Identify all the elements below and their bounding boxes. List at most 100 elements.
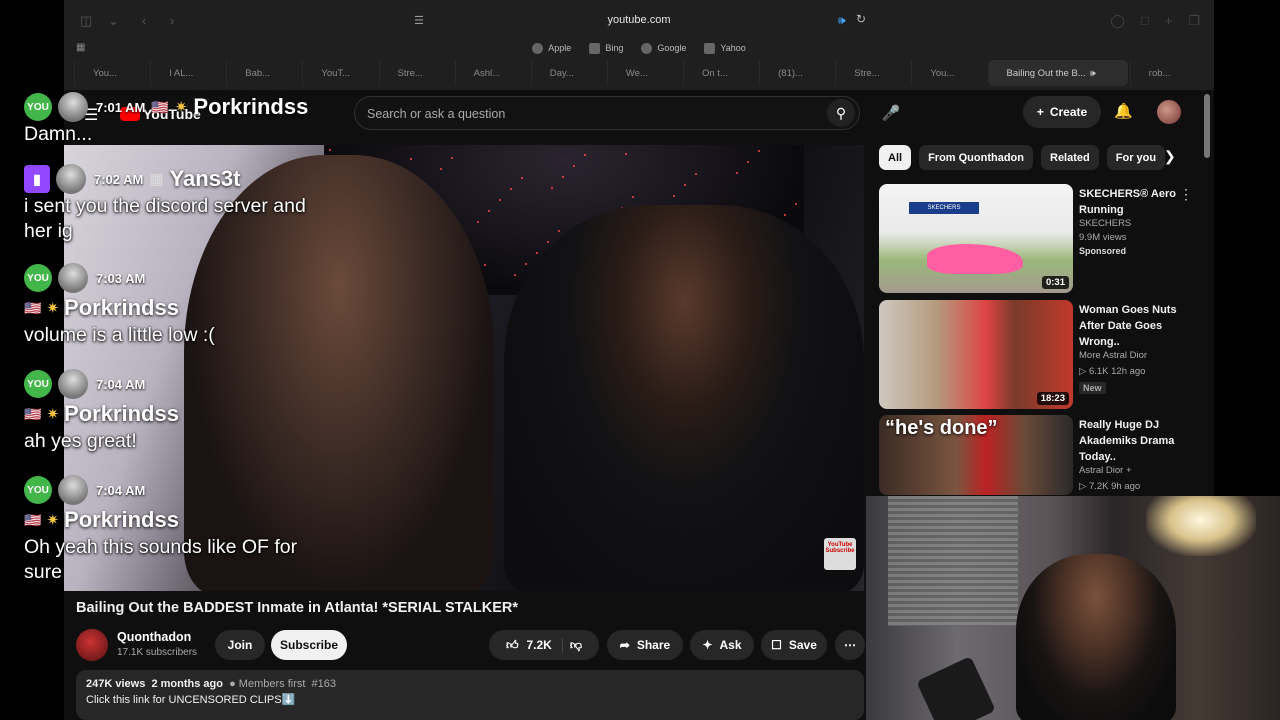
page-scrollbar[interactable] [1204,94,1210,158]
browser-tab[interactable]: I AL... [150,60,224,86]
browser-tab-label: Stre... [854,67,880,79]
browser-tab[interactable]: You... [74,60,148,86]
ask-button[interactable]: ✦ Ask [690,630,754,660]
favorite-yahoo[interactable]: Yahoo [704,38,746,58]
share-arrow-icon: ➦ [619,638,630,652]
channel-avatar[interactable] [76,629,108,661]
recommendation-thumbnail[interactable]: SKECHERS 0:31 [879,184,1073,293]
recommendation-thumbnail[interactable]: “he's done” [879,415,1073,495]
badge-icon: ▦ [149,171,164,188]
ceiling-star [695,173,697,175]
browser-tab[interactable]: YouT... [302,60,376,86]
download-icon[interactable]: ◯ [1110,13,1125,29]
chat-message-header: ▮ 7:02 AM ▦ Yans3t [24,164,324,194]
tab-audio-icon[interactable]: 🕪 [1090,68,1096,79]
browser-tab[interactable]: Bab... [226,60,300,86]
recommendation-thumbnail[interactable]: 18:23 [879,300,1073,409]
channel-name[interactable]: Quonthadon [117,630,191,644]
chat-text: Damn... [24,123,93,145]
ceiling-star [521,177,523,179]
like-dislike-group: 👍︎ 7.2K 👎︎ [489,630,599,660]
chip-related[interactable]: Related [1041,145,1099,170]
subscribe-button[interactable]: Subscribe [271,630,347,660]
subscribe-watermark[interactable]: YouTube Subscribe [824,538,856,570]
browser-tab[interactable]: Day... [530,60,605,86]
chip-for-you[interactable]: For you [1106,145,1166,170]
ceiling-star [673,195,675,197]
chip-all[interactable]: All [879,145,912,170]
favorite-bing[interactable]: Bing [589,38,623,58]
thumbs-down-icon[interactable]: 👎︎ [570,638,582,653]
browser-tab[interactable]: (81)... [759,60,833,86]
save-button[interactable]: ☐ Save [761,630,827,660]
chat-avatar [58,263,88,293]
browser-tab-label: On t... [702,67,728,79]
browser-tab[interactable]: Stre... [835,60,909,86]
favorite-google[interactable]: Google [641,38,686,58]
description-text: Click this link for UNCENSORED CLIPS⬇️ [86,694,296,706]
browser-tab[interactable]: You... [911,60,985,86]
like-button[interactable]: 👍︎ 7.2K [505,637,563,653]
browser-tab[interactable]: Stre... [378,60,453,86]
plus-icon: + [1036,105,1044,119]
account-avatar[interactable] [1157,100,1181,124]
apple-icon [532,42,544,54]
browser-tab[interactable]: Bailing Out the B... 🕪 [987,60,1128,86]
browser-tab-label: Day... [549,67,574,79]
chevron-right-icon[interactable]: ❯ [1164,148,1176,165]
browser-tab-label: You... [930,67,955,79]
badge-icon: ✷ [174,99,188,116]
browser-tab[interactable]: On t... [683,60,757,86]
more-vertical-icon[interactable]: ⋮ [1179,186,1193,203]
search-input[interactable]: Search or ask a question [367,107,505,121]
recommendation-item[interactable]: 18:23 Woman Goes Nuts After Date Goes Wr… [879,300,1199,410]
favorite-apple[interactable]: Apple [532,38,571,58]
tab-overview-icon[interactable]: ❐ [1188,13,1200,29]
browser-tab-label: I AL... [169,67,194,79]
thumbnail-caption: “he's done” [885,417,998,439]
ceiling-star [684,184,686,186]
recommendation-item[interactable]: “he's done” Really Huge DJ Akademiks Dra… [879,415,1199,495]
url-field[interactable]: youtube.com [64,14,1214,26]
share-button[interactable]: ➦ Share [607,630,683,660]
ceiling-star [558,230,560,232]
audio-playing-icon[interactable]: 🕪 [838,13,846,28]
browser-tab[interactable]: rob... [1129,60,1204,86]
browser-chrome: ◫ ⌄ ‹ › ☰ youtube.com 🕪 ↻ ◯ □ + ❐ ▦ Appl… [64,0,1214,90]
reload-icon[interactable]: ↻ [856,12,866,26]
shoe-image [927,244,1023,274]
microphone-icon[interactable]: 🎤 [874,96,908,130]
webcam-overlay [866,496,1280,720]
ceiling-star [547,241,549,243]
ceiling-star [536,252,538,254]
chat-message: YOU 7:04 AM 🇺🇸 ✷ Porkrindss Oh yeah this… [24,475,324,585]
ceiling-star [758,150,760,152]
join-button[interactable]: Join [215,630,265,660]
search-icon[interactable]: ⚲ [827,99,855,127]
chip-from-channel[interactable]: From Quonthadon [919,145,1033,170]
chat-message: YOU 7:04 AM 🇺🇸 ✷ Porkrindss ah yes great… [24,369,179,454]
recommendation-item[interactable]: SKECHERS 0:31 SKECHERS® Aero Running SKE… [879,184,1199,294]
ceiling-star [551,187,553,189]
chat-message-header: YOU 7:04 AM [24,475,324,505]
description-box[interactable]: 247K views 2 months ago ● Members first … [76,670,864,720]
skechers-logo: SKECHERS [909,202,979,214]
browser-tab-label: Ashl... [473,67,501,79]
create-button[interactable]: + Create [1023,96,1101,128]
ceiling-star [499,199,501,201]
bell-icon[interactable]: 🔔 [1114,102,1133,120]
ceiling-star [484,264,486,266]
search-bar[interactable]: Search or ask a question ⚲ [354,96,860,130]
browser-tab-label: Bab... [245,67,271,79]
browser-tab[interactable]: We... [606,60,681,86]
browser-tab[interactable]: Ashl... [454,60,529,86]
flag-icon: 🇺🇸 [151,98,169,115]
thumbs-up-icon: 👍︎ [505,637,519,652]
new-tab-icon[interactable]: + [1165,13,1173,29]
description-stats: 247K views 2 months ago ● Members first … [86,678,337,690]
ceiling-star [525,263,527,265]
browser-tab-label: Bailing Out the B... [1006,67,1086,79]
share-icon[interactable]: □ [1141,13,1149,29]
more-actions-button[interactable]: ⋯ [835,630,865,660]
flag-icon: 🇺🇸 [24,511,42,528]
